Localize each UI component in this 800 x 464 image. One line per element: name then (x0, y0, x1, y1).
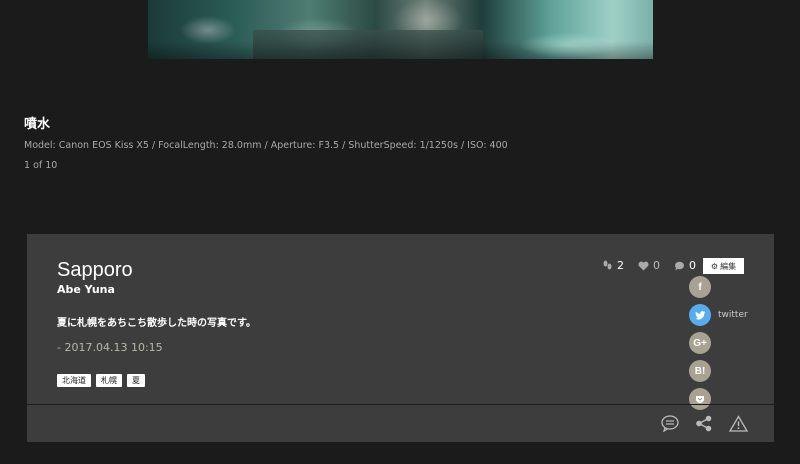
share-icon[interactable] (694, 413, 714, 433)
footprint-count: 2 (617, 259, 624, 272)
card-divider (27, 404, 774, 405)
pocket-share-button[interactable] (689, 388, 711, 410)
comment-count: 0 (689, 259, 696, 272)
photo-fountain-base (253, 30, 483, 59)
tag-item[interactable]: 夏 (127, 374, 145, 387)
album-title: Sapporo (57, 259, 133, 281)
twitter-label[interactable]: twitter (718, 310, 748, 320)
facebook-share-button[interactable]: f (689, 276, 711, 298)
album-card: Sapporo Abe Yuna 夏に札幌をあちこち散歩した時の写真です。 - … (27, 234, 774, 442)
album-stats: 2 0 0 (601, 259, 696, 272)
google-plus-share-button[interactable]: G+ (689, 332, 711, 354)
report-warning-icon[interactable] (728, 413, 748, 433)
twitter-bird-icon (694, 310, 705, 319)
comment-stat[interactable]: 0 (673, 259, 696, 272)
share-panel: f twitter G+ B! (689, 276, 748, 410)
share-hatena-row: B! (689, 360, 748, 382)
album-date: - 2017.04.13 10:15 (57, 341, 163, 354)
photo-exif: Model: Canon EOS Kiss X5 / FocalLength: … (24, 140, 508, 151)
share-google-row: G+ (689, 332, 748, 354)
photo-title: 噴水 (24, 117, 51, 132)
comment-icon (673, 260, 685, 272)
album-author[interactable]: Abe Yuna (57, 283, 115, 296)
footprint-stat: 2 (601, 259, 624, 272)
share-twitter-row: twitter (689, 304, 748, 326)
like-stat[interactable]: 0 (637, 259, 660, 272)
twitter-share-button[interactable] (689, 304, 711, 326)
heart-icon (637, 260, 649, 272)
edit-label: 編集 (720, 261, 737, 271)
album-description: 夏に札幌をあちこち散歩した時の写真です。 (57, 318, 256, 329)
like-count: 0 (653, 259, 660, 272)
hatena-bookmark-button[interactable]: B! (689, 360, 711, 382)
photo-info: 噴水 Model: Canon EOS Kiss X5 / FocalLengt… (24, 113, 508, 171)
share-facebook-row: f (689, 276, 748, 298)
gear-icon: ⚙ (710, 261, 719, 271)
album-tags: 北海道 札幌 夏 (57, 374, 145, 387)
comment-bubble-icon[interactable] (660, 413, 680, 433)
share-pocket-row (689, 388, 748, 410)
tag-item[interactable]: 札幌 (96, 374, 122, 387)
photo-counter: 1 of 10 (24, 160, 58, 171)
tag-item[interactable]: 北海道 (57, 374, 91, 387)
edit-button[interactable]: ⚙ 編集 (703, 258, 744, 274)
card-footer-actions (660, 413, 748, 433)
fountain-photo[interactable] (148, 0, 653, 59)
pocket-icon (696, 395, 704, 403)
footprints-icon (601, 260, 613, 272)
